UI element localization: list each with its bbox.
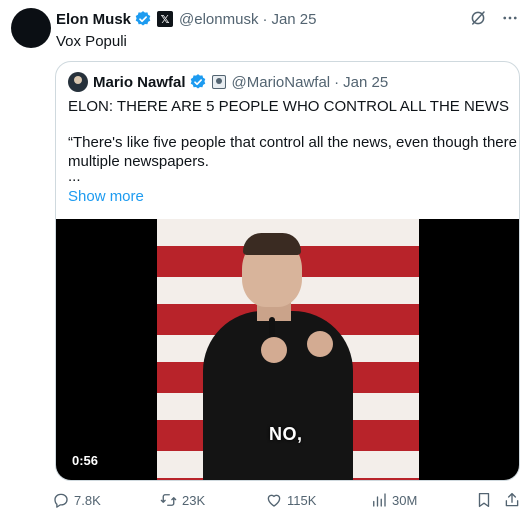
quote-author-avatar[interactable]	[68, 72, 88, 92]
author-avatar[interactable]	[11, 8, 51, 48]
bookmark-icon	[478, 492, 490, 508]
quote-body-line: “There's like five people that control a…	[68, 134, 520, 151]
more-icon[interactable]	[501, 9, 519, 27]
tweet-actions: 7.8K 23K 115K 30M	[52, 491, 521, 509]
repost-count: 23K	[182, 492, 206, 508]
like-button[interactable]: 115K	[265, 491, 316, 509]
reply-icon	[54, 493, 68, 508]
tweet-text: Vox Populi	[56, 33, 127, 50]
author-name[interactable]: Elon Musk	[56, 11, 131, 28]
tweet-date[interactable]: Jan 25	[271, 11, 316, 28]
views-button[interactable]: 30M	[370, 491, 417, 509]
views-icon	[373, 493, 386, 507]
tweet-top-actions	[469, 9, 519, 27]
share-button[interactable]	[503, 491, 525, 509]
bookmark-button[interactable]	[475, 491, 497, 509]
video-player[interactable]: NO, 0:56	[56, 219, 519, 480]
quote-ellipsis: ...	[68, 168, 81, 185]
quote-header: Mario Nawfal @MarioNawfal · Jan 25	[93, 72, 388, 92]
video-caption: NO,	[269, 424, 303, 444]
verified-badge-icon	[190, 74, 205, 89]
video-duration: 0:56	[66, 451, 105, 470]
author-handle[interactable]: @elonmusk	[179, 11, 258, 28]
tweet-header: Elon Musk 𝕏 @elonmusk · Jan 25	[56, 9, 317, 29]
reply-button[interactable]: 7.8K	[52, 491, 101, 509]
show-more-link[interactable]: Show more	[68, 188, 144, 205]
like-icon	[267, 494, 281, 507]
repost-icon	[160, 494, 177, 506]
like-count: 115K	[287, 492, 317, 508]
separator-dot: ·	[334, 73, 340, 91]
video-frame: NO,	[157, 219, 419, 480]
affiliate-badge-icon	[211, 75, 226, 89]
quote-author-name[interactable]: Mario Nawfal	[93, 74, 186, 91]
x-logo-icon: 𝕏	[157, 11, 174, 27]
quote-date[interactable]: Jan 25	[343, 74, 388, 91]
quote-body-line: multiple newspapers.	[68, 153, 209, 170]
repost-button[interactable]: 23K	[159, 491, 205, 509]
reply-count: 7.8K	[74, 492, 101, 508]
views-count: 30M	[392, 492, 418, 508]
verified-badge-icon	[135, 11, 151, 26]
separator-dot: ·	[262, 10, 268, 28]
quoted-tweet[interactable]: Mario Nawfal @MarioNawfal · Jan 25 ELON:…	[55, 61, 520, 481]
grok-icon[interactable]	[469, 9, 487, 27]
share-icon	[505, 492, 519, 507]
quote-author-handle[interactable]: @MarioNawfal	[232, 74, 331, 91]
quote-headline: ELON: THERE ARE 5 PEOPLE WHO CONTROL ALL…	[68, 98, 509, 115]
